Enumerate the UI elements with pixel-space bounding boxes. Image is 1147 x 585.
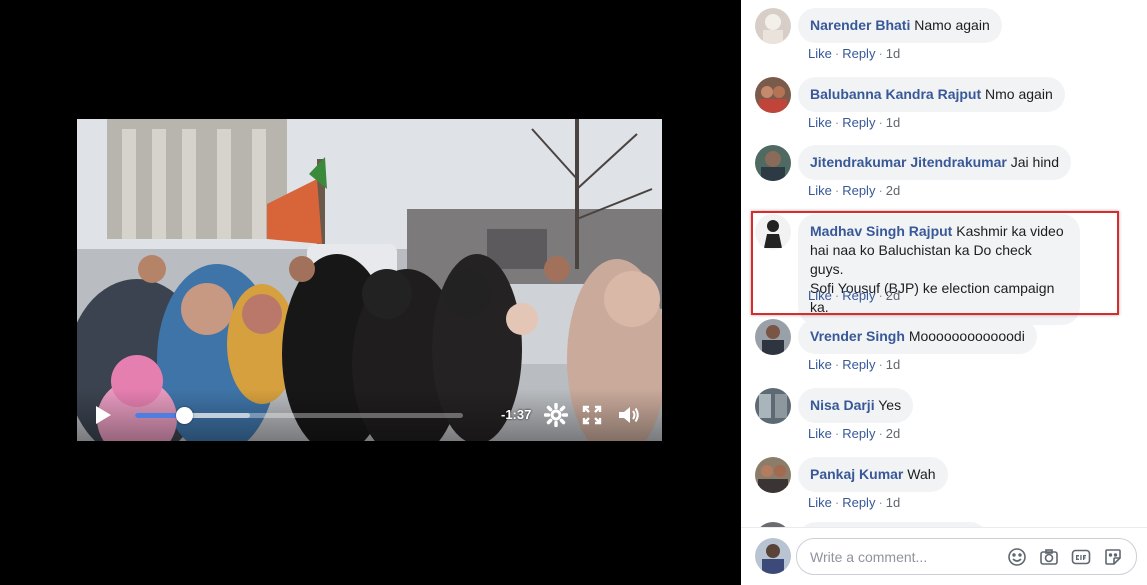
avatar[interactable] — [755, 77, 791, 113]
comment-author[interactable]: Balubanna Kandra Rajput — [810, 86, 981, 102]
separator-dot: · — [878, 357, 883, 372]
comment-age[interactable]: 1d — [886, 115, 900, 130]
media-viewer: -1:37 — [0, 0, 741, 585]
separator-dot: · — [834, 426, 840, 441]
like-link[interactable]: Like — [808, 46, 832, 61]
reply-link[interactable]: Reply — [842, 288, 875, 303]
avatar[interactable] — [755, 145, 791, 181]
like-link[interactable]: Like — [808, 288, 832, 303]
video-player[interactable]: -1:37 — [77, 119, 662, 441]
separator-dot: · — [834, 183, 840, 198]
separator-dot: · — [834, 495, 840, 510]
comments-panel: Narender Bhati Namo again Like · Reply · 1d … — [741, 0, 1147, 585]
progress-knob[interactable] — [176, 407, 194, 424]
reply-link[interactable]: Reply — [842, 426, 875, 441]
fullscreen-icon[interactable] — [580, 403, 604, 427]
avatar[interactable] — [755, 388, 791, 424]
separator-dot: · — [834, 357, 840, 372]
avatar[interactable] — [755, 319, 791, 355]
separator-dot: · — [878, 115, 883, 130]
comment-age[interactable]: 1d — [886, 46, 900, 61]
comment-bubble: Narender Bhati Namo again — [798, 8, 1002, 43]
separator-dot: · — [878, 288, 883, 303]
comment-actions: Like · Reply · 1d — [808, 357, 900, 372]
comment-bubble: Balubanna Kandra Rajput Nmo again — [798, 77, 1065, 112]
time-remaining: -1:37 — [501, 407, 532, 422]
separator-dot: · — [834, 288, 840, 303]
comment-text: Kashmir ka video — [956, 223, 1064, 239]
comment-text: Jai hind — [1010, 154, 1060, 170]
comment-author[interactable]: Vrender Singh — [810, 328, 905, 344]
comment-bubble: Nisa Darji Yes — [798, 388, 914, 423]
comment-bubble: Pankaj Kumar Wah — [798, 457, 948, 492]
comment-author[interactable]: Narender Bhati — [810, 17, 910, 33]
comment-age[interactable]: 2d — [886, 183, 900, 198]
comment-text: Nmo again — [985, 86, 1053, 102]
comment-text: Wah — [907, 466, 936, 482]
emoji-icon[interactable] — [1007, 547, 1027, 567]
reply-link[interactable]: Reply — [842, 115, 875, 130]
comment-input[interactable] — [810, 547, 1000, 567]
comment-input-box[interactable] — [796, 538, 1137, 575]
comment-actions: Like · Reply · 1d — [808, 495, 900, 510]
gear-icon[interactable] — [543, 402, 569, 428]
comment-author[interactable]: Jitendrakumar Jitendrakumar — [810, 154, 1007, 170]
reply-link[interactable]: Reply — [842, 495, 875, 510]
like-link[interactable]: Like — [808, 357, 832, 372]
comment-bubble: Madhav Singh Rajput Kashmir ka video hai… — [798, 214, 1080, 325]
comment-text: Namo again — [914, 17, 990, 33]
comment-bubble: Vrender Singh Moooooooooooodi — [798, 319, 1037, 354]
comment-author[interactable]: Pankaj Kumar — [810, 466, 903, 482]
like-link[interactable]: Like — [808, 426, 832, 441]
comment-actions: Like · Reply · 2d — [808, 183, 900, 198]
separator-dot: · — [878, 495, 883, 510]
avatar[interactable] — [755, 8, 791, 44]
avatar[interactable] — [755, 457, 791, 493]
separator-dot: · — [878, 426, 883, 441]
like-link[interactable]: Like — [808, 115, 832, 130]
comment-bubble: Jitendrakumar Jitendrakumar Jai hind — [798, 145, 1072, 180]
sticker-icon[interactable] — [1103, 547, 1123, 567]
like-link[interactable]: Like — [808, 183, 832, 198]
separator-dot: · — [834, 46, 840, 61]
comment-text: Moooooooooooodi — [908, 328, 1025, 344]
gif-icon[interactable] — [1071, 547, 1091, 567]
separator-dot: · — [878, 183, 883, 198]
reply-link[interactable]: Reply — [842, 357, 875, 372]
like-link[interactable]: Like — [808, 495, 832, 510]
comment-age[interactable]: 1d — [886, 357, 900, 372]
volume-icon[interactable] — [617, 403, 641, 427]
comment-age[interactable]: 2d — [886, 288, 900, 303]
separator-dot: · — [878, 46, 883, 61]
comment-age[interactable]: 2d — [886, 426, 900, 441]
comment-text-line: hai naa ko Baluchistan ka Do check guys. — [810, 242, 1032, 277]
camera-icon[interactable] — [1039, 547, 1059, 567]
play-icon[interactable] — [93, 405, 113, 425]
avatar[interactable] — [755, 538, 791, 574]
video-controls: -1:37 — [77, 389, 662, 441]
comment-actions: Like · Reply · 1d — [808, 115, 900, 130]
progress-bar[interactable] — [135, 407, 463, 424]
separator-dot: · — [834, 115, 840, 130]
comment-actions: Like · Reply · 2d — [808, 288, 900, 303]
comment-author[interactable]: Madhav Singh Rajput — [810, 223, 952, 239]
comment-actions: Like · Reply · 1d — [808, 46, 900, 61]
avatar[interactable] — [755, 214, 791, 250]
comment-age[interactable]: 1d — [886, 495, 900, 510]
comment-text: Yes — [878, 397, 902, 413]
comment-list[interactable]: Narender Bhati Namo again Like · Reply · 1d … — [741, 0, 1147, 527]
reply-link[interactable]: Reply — [842, 46, 875, 61]
comment-author[interactable]: Nisa Darji — [810, 397, 875, 413]
reply-link[interactable]: Reply — [842, 183, 875, 198]
comment-actions: Like · Reply · 2d — [808, 426, 900, 441]
comment-composer — [741, 527, 1147, 585]
